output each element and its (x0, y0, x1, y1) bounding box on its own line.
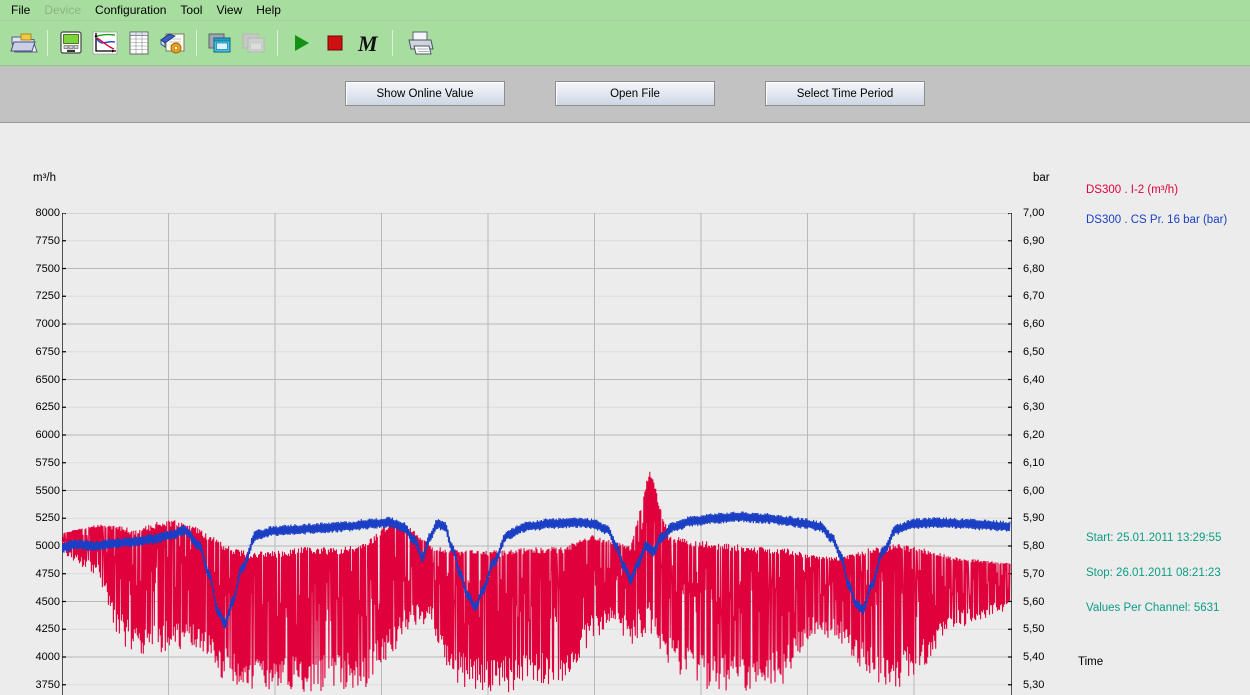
script-m-icon[interactable]: M (352, 26, 386, 60)
left-tick-label: 7250 (35, 290, 60, 303)
right-tick-label: 5,60 (1023, 595, 1045, 608)
right-tick-label: 5,70 (1023, 567, 1045, 580)
left-tick-label: 7750 (35, 234, 60, 247)
left-axis-unit-label: m³/h (33, 172, 56, 184)
toolbar: M (0, 21, 1250, 66)
right-tick-label: 6,80 (1023, 262, 1045, 275)
chart-area: m³/h bar Time 8000 7750 7500 7250 7000 6750 65… (0, 123, 1250, 695)
left-tick-label: 6250 (35, 401, 60, 414)
right-tick-label: 6,40 (1023, 373, 1045, 386)
right-tick-label: 5,30 (1023, 678, 1045, 691)
stop-time-label: Stop: 26.01.2011 08:21:23 (1086, 567, 1221, 579)
open-folder-icon[interactable] (7, 26, 41, 60)
toolbar-separator (47, 30, 48, 56)
copy-window-disabled-icon (237, 26, 271, 60)
menu-item-help[interactable]: Help (249, 2, 288, 19)
action-bar: Show Online Value Open File Select Time … (0, 66, 1250, 123)
start-time-label: Start: 25.01.2011 13:29:55 (1086, 532, 1222, 544)
left-tick-label: 4250 (35, 623, 60, 636)
menu-item-view[interactable]: View (209, 2, 249, 19)
chart-curves-icon[interactable] (88, 26, 122, 60)
app-window: File Device ConfigurationToolViewHelp (0, 0, 1250, 695)
menu-item-device: Device (44, 2, 82, 17)
left-tick-label: 4750 (35, 567, 60, 580)
left-tick-label: 3750 (35, 678, 60, 691)
play-start-icon[interactable] (284, 26, 318, 60)
left-tick-label: 6500 (35, 373, 60, 386)
menu-item-file[interactable]: File (4, 2, 37, 19)
right-tick-label: 7,00 (1023, 207, 1045, 219)
menu-item-configuration[interactable]: Configuration (88, 2, 173, 19)
right-tick-label: 6,50 (1023, 345, 1045, 358)
x-axis-label: Time (1078, 656, 1104, 668)
toolbar-separator (277, 30, 278, 56)
values-per-channel-label: Values Per Channel: 5631 (1086, 602, 1220, 614)
menu-item-tool[interactable]: Tool (173, 2, 209, 19)
right-tick-label: 6,60 (1023, 318, 1045, 330)
copy-window-icon[interactable] (203, 26, 237, 60)
left-tick-label: 5500 (35, 484, 60, 497)
left-tick-label: 5250 (35, 512, 60, 525)
left-tick-label: 4000 (35, 651, 60, 663)
right-tick-label: 6,90 (1023, 234, 1045, 247)
toolbar-separator (392, 30, 393, 56)
printer-icon[interactable] (403, 26, 437, 60)
left-tick-label: 6000 (35, 429, 60, 441)
table-grid-icon[interactable] (122, 26, 156, 60)
right-tick-label: 5,40 (1023, 651, 1045, 663)
right-tick-label: 6,10 (1023, 456, 1045, 469)
legend-item-flow: DS300 . I-2 (m³/h) (1086, 184, 1179, 196)
toolbar-separator (196, 30, 197, 56)
select-time-period-button[interactable]: Select Time Period (765, 81, 925, 106)
left-tick-label: 5750 (35, 456, 60, 469)
right-tick-label: 5,80 (1023, 540, 1045, 552)
right-tick-label: 5,90 (1023, 512, 1045, 525)
show-online-value-button[interactable]: Show Online Value (345, 81, 505, 106)
open-file-button[interactable]: Open File (555, 81, 715, 106)
right-tick-label: 6,00 (1023, 484, 1045, 497)
settings-document-icon[interactable] (156, 26, 190, 60)
svg-text:M: M (357, 31, 379, 56)
left-tick-label: 7000 (35, 318, 60, 330)
left-tick-label: 6750 (35, 345, 60, 358)
chart-legend: DS300 . I-2 (m³/h) DS300 . CS Pr. 16 bar… (1086, 183, 1227, 243)
plot-canvas[interactable] (62, 213, 1012, 695)
stop-square-icon[interactable] (318, 26, 352, 60)
left-tick-label: 8000 (35, 207, 60, 219)
right-tick-label: 5,50 (1023, 623, 1045, 636)
left-tick-label: 4500 (35, 595, 60, 608)
recording-info: Start: 25.01.2011 13:29:55 Stop: 26.01.2… (1086, 531, 1221, 636)
left-tick-label: 5000 (35, 540, 60, 552)
right-tick-label: 6,70 (1023, 290, 1045, 303)
menu-bar: File Device Configuration Tool View Help (0, 0, 1250, 21)
device-meter-icon[interactable] (54, 26, 88, 60)
left-tick-label: 7500 (35, 262, 60, 275)
right-tick-label: 6,20 (1023, 429, 1045, 441)
legend-item-pressure: DS300 . CS Pr. 16 bar (bar) (1086, 214, 1228, 226)
right-axis-unit-label: bar (1033, 172, 1050, 184)
right-tick-label: 6,30 (1023, 401, 1045, 414)
